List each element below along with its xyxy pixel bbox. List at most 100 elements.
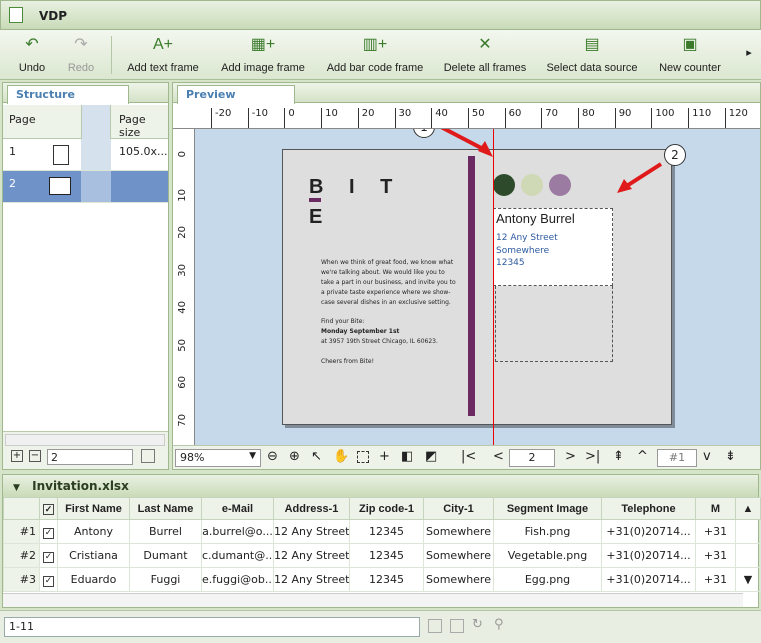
page-row[interactable]: 1 105.0x... [3, 139, 168, 171]
vscroll-up[interactable]: ▲ [735, 497, 761, 520]
table-cell[interactable]: 12 Any Street [273, 567, 350, 592]
column-header[interactable]: M [695, 497, 736, 520]
table-row[interactable]: #1 ✓ Antony Burrel a.burrel@o... 12 Any … [3, 519, 761, 544]
table-cell[interactable]: 12345 [349, 543, 424, 568]
checkbox-icon[interactable]: ✓ [43, 575, 54, 587]
table-cell[interactable]: +31 [695, 567, 736, 592]
table-cell[interactable]: 12 Any Street [273, 519, 350, 544]
delete-all-frames-button[interactable]: ✕ Delete all frames [438, 34, 532, 74]
table-cell[interactable]: a.burrel@o... [201, 519, 274, 544]
record-field[interactable]: #1 [657, 449, 697, 467]
table-cell[interactable]: Somewhere [423, 543, 494, 568]
table-cell[interactable]: 12345 [349, 567, 424, 592]
zoom-in-icon[interactable]: ⊕ [289, 449, 300, 464]
table-cell[interactable]: +31 [695, 543, 736, 568]
undo-button[interactable]: ↶ Undo [10, 34, 54, 74]
table-cell[interactable]: Vegetable.png [493, 543, 602, 568]
select-data-source-button[interactable]: ▤ Select data source [542, 34, 642, 74]
table-cell[interactable]: Egg.png [493, 567, 602, 592]
grid-view-icon[interactable] [141, 449, 155, 463]
next-record-icon[interactable]: v [703, 449, 711, 464]
preview-page-field[interactable]: 2 [509, 449, 555, 467]
previous-record-icon[interactable]: ^ [637, 449, 648, 464]
tab-structure[interactable]: Structure [7, 85, 129, 104]
flip-icon[interactable]: ◧ [401, 449, 413, 464]
row-checkbox[interactable]: ✓ [39, 543, 58, 568]
page-number-field[interactable]: 2 [47, 449, 133, 465]
column-header[interactable]: City-1 [423, 497, 494, 520]
page-row[interactable]: 2 [3, 171, 168, 203]
next-page-icon[interactable]: > [565, 449, 576, 464]
table-cell[interactable]: e.fuggi@ob... [201, 567, 274, 592]
zoom-select[interactable]: 98% ▼ [175, 449, 261, 467]
crosshair-icon[interactable]: + [379, 449, 390, 464]
vscroll-track[interactable] [735, 519, 761, 544]
select-frame-icon[interactable] [357, 451, 369, 463]
column-header[interactable]: Telephone [601, 497, 696, 520]
delete-row-icon[interactable] [450, 619, 464, 633]
col-header-page[interactable]: Page [9, 113, 36, 126]
column-header[interactable]: Zip code-1 [349, 497, 424, 520]
table-cell[interactable]: Eduardo [57, 567, 130, 592]
redo-button[interactable]: ↷ Redo [58, 34, 104, 74]
last-record-icon[interactable]: ⇟ [725, 449, 736, 464]
hand-tool-icon[interactable]: ✋ [333, 449, 349, 464]
first-page-icon[interactable]: |< [461, 449, 476, 464]
checkbox-icon[interactable]: ✓ [43, 551, 54, 563]
insert-row-icon[interactable] [428, 619, 442, 633]
add-text-frame-button[interactable]: A+ Add text frame [120, 34, 206, 74]
vscroll-track[interactable] [735, 543, 761, 568]
collapse-all-icon[interactable]: − [29, 450, 41, 462]
last-page-icon[interactable]: >| [585, 449, 600, 464]
row-checkbox[interactable]: ✓ [39, 519, 58, 544]
column-header[interactable]: Address-1 [273, 497, 350, 520]
table-cell[interactable]: Dumant [129, 543, 202, 568]
column-header[interactable]: e-Mail [201, 497, 274, 520]
previous-page-icon[interactable]: < [493, 449, 504, 464]
preview-canvas[interactable]: B I T E When we think of great food, we … [195, 129, 760, 445]
page-type-column-header[interactable] [81, 105, 111, 139]
table-cell[interactable]: Burrel [129, 519, 202, 544]
structure-hscrollbar[interactable] [5, 434, 165, 446]
table-cell[interactable]: +31(0)20714... [601, 567, 696, 592]
ruler-tick-label: 20 [177, 226, 188, 239]
table-cell[interactable]: Cristiana [57, 543, 130, 568]
table-cell[interactable]: 12345 [349, 519, 424, 544]
table-cell[interactable]: +31(0)20714... [601, 543, 696, 568]
vscroll-down[interactable]: ▼ [735, 567, 761, 592]
checkbox-icon[interactable]: ✓ [43, 503, 54, 515]
pointer-tool-icon[interactable]: ↖ [311, 449, 322, 464]
table-cell[interactable]: +31(0)20714... [601, 519, 696, 544]
add-barcode-frame-button[interactable]: ▥+ Add bar code frame [320, 34, 430, 74]
table-cell[interactable]: Somewhere [423, 567, 494, 592]
expand-all-icon[interactable]: + [11, 450, 23, 462]
table-row[interactable]: #2 ✓ Cristiana Dumant c.dumant@... 12 An… [3, 543, 761, 568]
add-image-frame-button[interactable]: ▦+ Add image frame [216, 34, 310, 74]
fill-icon[interactable]: ◩ [425, 449, 437, 464]
select-all-header[interactable]: ✓ [39, 497, 58, 520]
checkbox-icon[interactable]: ✓ [43, 527, 54, 539]
row-checkbox[interactable]: ✓ [39, 567, 58, 592]
toolbar-overflow-button[interactable]: ▸ [742, 46, 756, 59]
record-range-field[interactable]: 1-11 [4, 617, 420, 637]
table-cell[interactable]: 12 Any Street [273, 543, 350, 568]
collapse-chevron-icon[interactable]: ▼ [13, 483, 20, 493]
table-cell[interactable]: Fish.png [493, 519, 602, 544]
table-row[interactable]: #3 ✓ Eduardo Fuggi e.fuggi@ob... 12 Any … [3, 567, 761, 592]
table-cell[interactable]: Fuggi [129, 567, 202, 592]
refresh-icon[interactable]: ↻ [472, 617, 483, 632]
table-cell[interactable]: +31 [695, 519, 736, 544]
table-hscrollbar[interactable] [3, 593, 743, 607]
column-header[interactable]: First Name [57, 497, 130, 520]
tab-preview[interactable]: Preview [177, 85, 295, 104]
first-record-icon[interactable]: ⇞ [613, 449, 624, 464]
zoom-out-icon[interactable]: ⊖ [267, 449, 278, 464]
table-cell[interactable]: Antony [57, 519, 130, 544]
attach-icon[interactable]: ⚲ [494, 617, 504, 632]
column-header[interactable]: Last Name [129, 497, 202, 520]
new-counter-button[interactable]: ▣ New counter [652, 34, 728, 74]
col-header-page-size[interactable]: Page size [119, 113, 168, 139]
table-cell[interactable]: c.dumant@... [201, 543, 274, 568]
column-header[interactable]: Segment Image [493, 497, 602, 520]
table-cell[interactable]: Somewhere [423, 519, 494, 544]
